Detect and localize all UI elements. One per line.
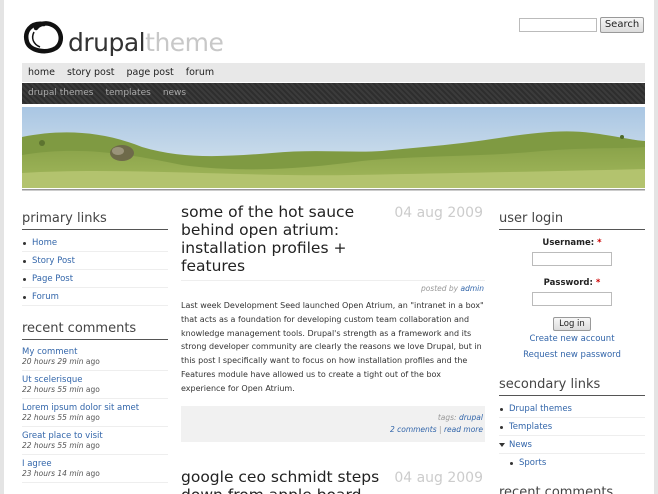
node-actions: 2 comments | read more xyxy=(185,424,483,436)
password-label: Password: * xyxy=(499,278,645,288)
comment-item: I agree 23 hours 14 min ago xyxy=(22,457,168,483)
primary-links-title: primary links xyxy=(22,211,168,230)
comment-item: Lorem ipsum dolor sit amet 22 hours 55 m… xyxy=(22,401,168,427)
primary-links-menu: Home Story Post Page Post Forum xyxy=(22,234,168,306)
node-title[interactable]: some of the hot sauce behind open atrium… xyxy=(181,203,386,275)
recent-comments-right-title: recent comments xyxy=(499,485,645,494)
password-label-text: Password: xyxy=(543,278,593,288)
node-article: some of the hot sauce behind open atrium… xyxy=(181,203,485,442)
site-name-part2: theme xyxy=(145,28,224,57)
nav-page-post[interactable]: page post xyxy=(121,63,180,82)
node-body: Last week Development Seed launched Open… xyxy=(181,301,484,393)
secondary-nav: drupal themes templates news xyxy=(22,83,645,104)
comment-link[interactable]: Great place to visit xyxy=(22,429,168,441)
username-label-text: Username: xyxy=(542,238,595,248)
primary-link-forum[interactable]: Forum xyxy=(22,288,168,306)
read-more-link[interactable]: read more xyxy=(444,425,483,434)
subnav-templates[interactable]: templates xyxy=(99,83,156,104)
primary-link-home[interactable]: Home xyxy=(22,234,168,252)
secondary-link-drupal-themes[interactable]: Drupal themes xyxy=(499,400,645,418)
comment-ago: ago xyxy=(85,357,100,366)
banner-divider xyxy=(22,189,645,191)
comment-time-value: 23 hours 14 min xyxy=(22,469,84,478)
search-input[interactable] xyxy=(519,18,597,32)
primary-link-story-post[interactable]: Story Post xyxy=(22,252,168,270)
subnav-drupal-themes[interactable]: drupal themes xyxy=(22,83,99,104)
comment-link[interactable]: Ut scelerisque xyxy=(22,373,168,385)
nav-forum[interactable]: forum xyxy=(180,63,220,82)
comment-item: My comment 20 hours 29 min ago xyxy=(22,345,168,371)
comment-ago: ago xyxy=(85,469,100,478)
comment-ago: ago xyxy=(85,441,100,450)
comment-time-value: 20 hours 29 min xyxy=(22,357,84,366)
node-tags: tags: drupal xyxy=(185,412,483,424)
right-sidebar: user login Username: * Password: * Log i… xyxy=(499,211,645,494)
node-header: some of the hot sauce behind open atrium… xyxy=(181,203,485,275)
comment-ago: ago xyxy=(85,385,100,394)
comment-link[interactable]: Lorem ipsum dolor sit amet xyxy=(22,401,168,413)
username-label: Username: * xyxy=(499,238,645,248)
drupal-logo-icon[interactable] xyxy=(22,20,66,54)
comment-time-value: 22 hours 55 min xyxy=(22,385,84,394)
left-sidebar: primary links Home Story Post Page Post … xyxy=(22,211,168,485)
comment-link[interactable]: I agree xyxy=(22,457,168,469)
username-field[interactable] xyxy=(532,252,612,266)
comment-time: 22 hours 55 min ago xyxy=(22,413,168,427)
author-link[interactable]: admin xyxy=(461,284,485,293)
comment-item: Great place to visit 22 hours 55 min ago xyxy=(22,429,168,455)
search-button[interactable]: Search xyxy=(600,17,644,33)
subnav-news[interactable]: news xyxy=(157,83,192,104)
user-login-title: user login xyxy=(499,211,645,230)
secondary-link-news[interactable]: News xyxy=(499,436,645,454)
site-name-part1: drupal xyxy=(68,28,146,57)
node-header: google ceo schmidt steps down from apple… xyxy=(181,468,485,494)
primary-link-page-post[interactable]: Page Post xyxy=(22,270,168,288)
site-name[interactable]: drupaltheme xyxy=(68,28,224,58)
password-field[interactable] xyxy=(532,292,612,306)
nav-home[interactable]: home xyxy=(22,63,61,82)
tag-link[interactable]: drupal xyxy=(459,413,483,422)
comment-link[interactable]: My comment xyxy=(22,345,168,357)
secondary-link-sports[interactable]: Sports xyxy=(499,454,645,471)
comment-time: 22 hours 55 min ago xyxy=(22,441,168,455)
node-links: tags: drupal 2 comments | read more xyxy=(181,405,485,442)
secondary-link-templates[interactable]: Templates xyxy=(499,418,645,436)
page-frame: drupaltheme Search home story post page … xyxy=(0,0,658,494)
header-banner-image xyxy=(22,107,645,188)
comments-link[interactable]: 2 comments xyxy=(390,425,437,434)
login-button[interactable]: Log in xyxy=(553,317,591,331)
node-title[interactable]: google ceo schmidt steps down from apple… xyxy=(181,468,386,494)
create-account-link[interactable]: Create new account xyxy=(499,334,645,344)
comment-time: 22 hours 55 min ago xyxy=(22,385,168,399)
required-mark: * xyxy=(595,278,601,288)
main-content: some of the hot sauce behind open atrium… xyxy=(181,203,485,494)
secondary-links-title: secondary links xyxy=(499,377,645,396)
nav-story-post[interactable]: story post xyxy=(61,63,121,82)
request-password-link[interactable]: Request new password xyxy=(499,350,645,360)
comment-time: 23 hours 14 min ago xyxy=(22,469,168,483)
primary-nav: home story post page post forum xyxy=(22,63,645,82)
comment-time-value: 22 hours 55 min xyxy=(22,441,84,450)
recent-comments-list: My comment 20 hours 29 min ago Ut sceler… xyxy=(22,345,168,483)
tags-label: tags: xyxy=(437,412,457,422)
link-separator: | xyxy=(439,424,442,434)
user-login-form: Username: * Password: * Log in Create ne… xyxy=(499,238,645,360)
node-date: 04 aug 2009 xyxy=(394,205,483,221)
posted-by-label: posted by xyxy=(420,284,459,293)
recent-comments-title: recent comments xyxy=(22,321,168,340)
secondary-links-menu: Drupal themes Templates News Sports xyxy=(499,400,645,471)
required-mark: * xyxy=(597,238,602,248)
node-submitted: posted by admin xyxy=(181,280,485,293)
node-date: 04 aug 2009 xyxy=(394,469,483,486)
comment-item: Ut scelerisque 22 hours 55 min ago xyxy=(22,373,168,399)
comment-time: 20 hours 29 min ago xyxy=(22,357,168,371)
comment-time-value: 22 hours 55 min xyxy=(22,413,84,422)
comment-ago: ago xyxy=(85,413,100,422)
node-article: google ceo schmidt steps down from apple… xyxy=(181,468,485,494)
